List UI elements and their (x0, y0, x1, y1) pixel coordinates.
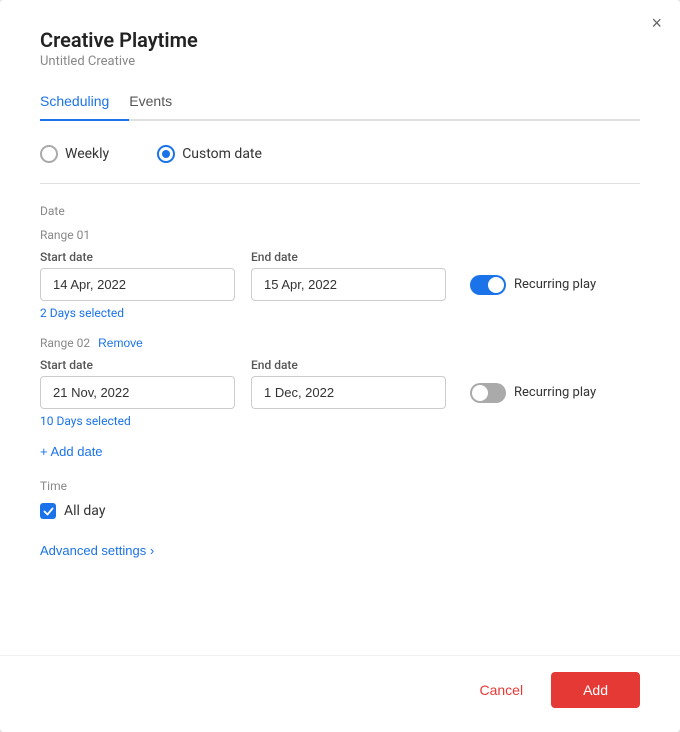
range-01-date-row: Start date End date Recurring play (40, 250, 640, 301)
allday-checkbox[interactable] (40, 503, 56, 519)
tab-scheduling[interactable]: Scheduling (40, 85, 129, 121)
radio-custom-circle (157, 145, 175, 163)
range-02-start-label: Start date (40, 358, 235, 372)
range-01-id: Range 01 (40, 228, 90, 242)
range-01-start-input[interactable] (40, 268, 235, 301)
range-01-start-group: Start date (40, 250, 235, 301)
range-02-recurring-toggle[interactable]: Recurring play (470, 383, 596, 403)
add-button[interactable]: Add (551, 672, 640, 708)
modal-subtitle: Untitled Creative (40, 54, 640, 69)
allday-row: All day (40, 503, 640, 519)
range-02-end-label: End date (251, 358, 446, 372)
range-01-section: Range 01 Start date End date Recurring p… (40, 228, 640, 320)
advanced-settings-button[interactable]: Advanced settings › (40, 543, 154, 558)
range-02-toggle-thumb (472, 385, 488, 401)
add-date-button[interactable]: + Add date (40, 444, 103, 459)
modal-header: Creative Playtime Untitled Creative Sche… (0, 0, 680, 121)
modal-footer: Cancel Add (0, 655, 680, 732)
range-02-id: Range 02 (40, 336, 90, 350)
range-01-end-group: End date (251, 250, 446, 301)
range-02-end-group: End date (251, 358, 446, 409)
tabs: Scheduling Events (40, 85, 640, 121)
range-01-header: Range 01 (40, 228, 640, 242)
allday-label: All day (64, 503, 105, 519)
range-01-end-label: End date (251, 250, 446, 264)
modal-body: Weekly Custom date Date Range 01 Start d… (0, 121, 680, 655)
range-01-start-label: Start date (40, 250, 235, 264)
modal: × Creative Playtime Untitled Creative Sc… (0, 0, 680, 732)
range-02-remove-button[interactable]: Remove (98, 336, 143, 350)
divider (40, 183, 640, 184)
time-section: Time All day (40, 479, 640, 519)
range-01-end-input[interactable] (251, 268, 446, 301)
range-01-toggle-thumb (488, 277, 504, 293)
range-02-start-group: Start date (40, 358, 235, 409)
radio-weekly[interactable]: Weekly (40, 145, 109, 163)
range-02-header: Range 02 Remove (40, 336, 640, 350)
radio-group: Weekly Custom date (40, 145, 640, 163)
radio-weekly-circle (40, 145, 58, 163)
cancel-button[interactable]: Cancel (463, 674, 539, 706)
range-01-toggle-track[interactable] (470, 275, 506, 295)
range-02-days-selected: 10 Days selected (40, 414, 640, 428)
tab-events[interactable]: Events (129, 85, 192, 121)
time-section-label: Time (40, 479, 640, 493)
radio-custom-date[interactable]: Custom date (157, 145, 262, 163)
radio-custom-label: Custom date (182, 146, 262, 162)
range-01-recurring-label: Recurring play (514, 277, 596, 292)
range-02-recurring-label: Recurring play (514, 385, 596, 400)
range-01-days-selected: 2 Days selected (40, 306, 640, 320)
date-section-label: Date (40, 204, 640, 218)
radio-weekly-label: Weekly (65, 146, 109, 162)
close-button[interactable]: × (651, 14, 662, 32)
range-02-date-row: Start date End date Recurring play (40, 358, 640, 409)
range-01-recurring-toggle[interactable]: Recurring play (470, 275, 596, 295)
range-02-start-input[interactable] (40, 376, 235, 409)
range-02-toggle-track[interactable] (470, 383, 506, 403)
range-02-end-input[interactable] (251, 376, 446, 409)
modal-title: Creative Playtime (40, 28, 640, 52)
range-02-section: Range 02 Remove Start date End date Recu… (40, 336, 640, 428)
